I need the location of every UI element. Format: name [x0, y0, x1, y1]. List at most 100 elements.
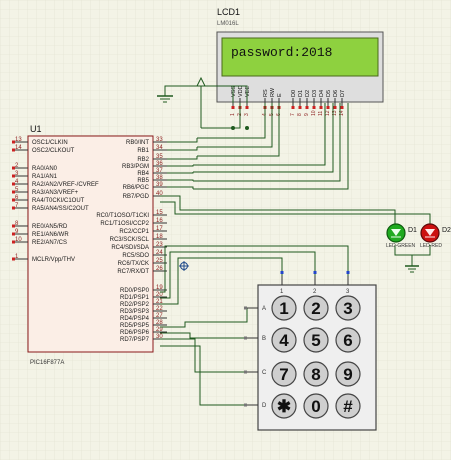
keypad-key[interactable]: ✱ — [271, 393, 297, 419]
mcu-right-pin-number: 39 — [156, 182, 163, 188]
lcd-pin-number: 10 — [311, 110, 317, 116]
lcd-pin-label: D2 — [305, 90, 311, 97]
mcu-right-pin-label: RC6/TX/CK — [118, 261, 149, 267]
keypad-row-label: A — [262, 306, 266, 312]
mcu-right-pin-number: 15 — [156, 210, 163, 216]
keypad-col-pin-marker — [280, 271, 284, 274]
svg-text:9: 9 — [343, 365, 352, 384]
mcu-left-pin-label: RE1/AN6/WR — [32, 232, 69, 238]
keypad-key[interactable]: 3 — [335, 295, 361, 321]
mcu-left-pin-label: OSC2/CLKOUT — [32, 148, 75, 154]
led-red-label: LED-RED — [420, 243, 442, 249]
lcd-pin-marker — [305, 106, 309, 109]
mcu-right-pin-number: 24 — [156, 250, 163, 256]
mcu-right-pin-number: 25 — [156, 258, 163, 264]
lcd-pin-marker — [340, 106, 344, 109]
keypad-key[interactable]: 7 — [271, 361, 297, 387]
keypad-row-pin-marker — [244, 370, 247, 374]
keypad-key[interactable]: 1 — [271, 295, 297, 321]
mcu-left-pin-label: RA4/T0CKI/C1OUT — [32, 198, 85, 204]
mcu-left-pin-label: RA3/AN3/VREF+ — [32, 190, 79, 196]
svg-text:5: 5 — [311, 331, 320, 350]
mcu-right-pin-number: 19 — [156, 285, 163, 291]
keypad-key[interactable]: 5 — [303, 327, 329, 353]
mcu-right-pin-number: 29 — [156, 327, 163, 333]
mcu-ref-label: U1 — [30, 124, 42, 134]
keypad-row-pin-marker — [244, 306, 247, 310]
lcd-pin-marker — [298, 106, 302, 109]
keypad-row-pin-marker — [244, 336, 247, 340]
mcu-right-pin-label: RD6/PSP6 — [120, 330, 150, 336]
lcd-pin-label: D3 — [312, 90, 318, 97]
led-red-ref: D2 — [442, 227, 451, 234]
mcu-component[interactable]: U1 PIC16F877A 13 OSC1/CLKIN 14 OSC2/CLKOUT 2… — [12, 124, 167, 366]
led-green-ref: D1 — [408, 227, 417, 234]
mcu-right-pin-label: RC0/T1OSO/T1CKI — [96, 213, 149, 219]
mcu-right-pin-number: 36 — [156, 161, 163, 167]
svg-text:✱: ✱ — [277, 397, 291, 416]
mcu-left-pin-label: MCLR/Vpp/THV — [32, 257, 75, 263]
mcu-right-pin-number: 17 — [156, 226, 163, 232]
keypad-key[interactable]: 9 — [335, 361, 361, 387]
mcu-left-pin-label: RA1/AN1 — [32, 174, 58, 180]
mcu-left-pin-label: OSC1/CLKIN — [32, 140, 68, 146]
keypad-key[interactable]: 4 — [271, 327, 297, 353]
mcu-right-pin-number: 18 — [156, 234, 163, 240]
lcd-model-label: LM016L — [217, 21, 239, 27]
mcu-right-pin-label: RB3/PGM — [122, 164, 149, 170]
mcu-right-pin-number: 35 — [156, 154, 163, 160]
svg-text:3: 3 — [343, 299, 352, 318]
mcu-left-pin-label: RE2/AN7/CS — [32, 240, 67, 246]
keypad-key[interactable]: 8 — [303, 361, 329, 387]
mcu-right-pin-label: RB1 — [137, 148, 149, 154]
lcd-pin-number: 8 — [297, 113, 303, 116]
keypad-key[interactable]: 6 — [335, 327, 361, 353]
keypad-col-pin-marker — [346, 271, 350, 274]
svg-text:6: 6 — [343, 331, 352, 350]
mcu-right-pin-label: RC5/SDO — [122, 253, 149, 259]
lcd-pin-label: E — [277, 93, 283, 97]
mcu-left-pin-label: RA5/AN4/SS/C2OUT — [32, 206, 89, 212]
keypad-key[interactable]: 2 — [303, 295, 329, 321]
lcd-pin-label: VSS — [231, 86, 237, 97]
mcu-left-pin-number: 14 — [15, 145, 22, 151]
svg-text:2: 2 — [311, 299, 320, 318]
lcd-pin-label: D7 — [340, 90, 346, 97]
keypad-component[interactable]: 123 ABCD 1 2 34 5 67 8 9✱ 0 # — [244, 271, 377, 431]
mcu-right-pin-number: 27 — [156, 313, 163, 319]
keypad-row-pin-marker — [244, 403, 247, 407]
lcd-display-text: password:2018 — [231, 45, 332, 60]
lcd-ref-label: LCD1 — [217, 7, 240, 17]
mcu-left-pin-number: 13 — [15, 137, 22, 143]
keypad-col-pin-marker — [313, 271, 317, 274]
lcd-pin-label: VEE — [245, 86, 251, 97]
mcu-right-pin-label: RD2/PSP2 — [120, 302, 150, 308]
lcd-pin-number: 1 — [230, 113, 236, 116]
mcu-right-pin-label: RB6/PGC — [123, 185, 150, 191]
mcu-right-pin-number: 33 — [156, 137, 163, 143]
mcu-right-pin-label: RD7/PSP7 — [120, 337, 150, 343]
lcd-pin-label: RW — [270, 87, 276, 97]
svg-text:4: 4 — [279, 331, 289, 350]
mcu-right-pin-label: RC4/SDI/SDA — [111, 245, 149, 251]
mcu-right-pin-label: RD5/PSP5 — [120, 323, 150, 329]
mcu-model-label: PIC16F877A — [30, 360, 64, 366]
mcu-right-pin-number: 28 — [156, 320, 163, 326]
lcd-pin-marker — [333, 106, 337, 109]
mcu-right-pin-label: RB4 — [137, 171, 149, 177]
mcu-right-pin-label: RB7/PGD — [123, 194, 150, 200]
lcd-pin-marker — [319, 106, 323, 109]
svg-text:7: 7 — [279, 365, 288, 384]
schematic-canvas: LCD1 LM016L password:2018 VSS 1 VDD 2 VEE 3 RS… — [0, 0, 451, 460]
mcu-right-pin-number: 38 — [156, 175, 163, 181]
keypad-key[interactable]: 0 — [303, 393, 329, 419]
mcu-right-pin-number: 20 — [156, 292, 163, 298]
led-green-label: LED-GREEN — [386, 243, 416, 249]
lcd-pin-marker — [291, 106, 295, 109]
lcd-pin-label: D5 — [326, 90, 332, 97]
keypad-key[interactable]: # — [335, 393, 361, 419]
mcu-right-pin-number: 34 — [156, 145, 163, 151]
svg-text:1: 1 — [279, 299, 288, 318]
mcu-right-pin-label: RC2/CCP1 — [119, 229, 149, 235]
mcu-right-pin-label: RB5 — [137, 178, 149, 184]
